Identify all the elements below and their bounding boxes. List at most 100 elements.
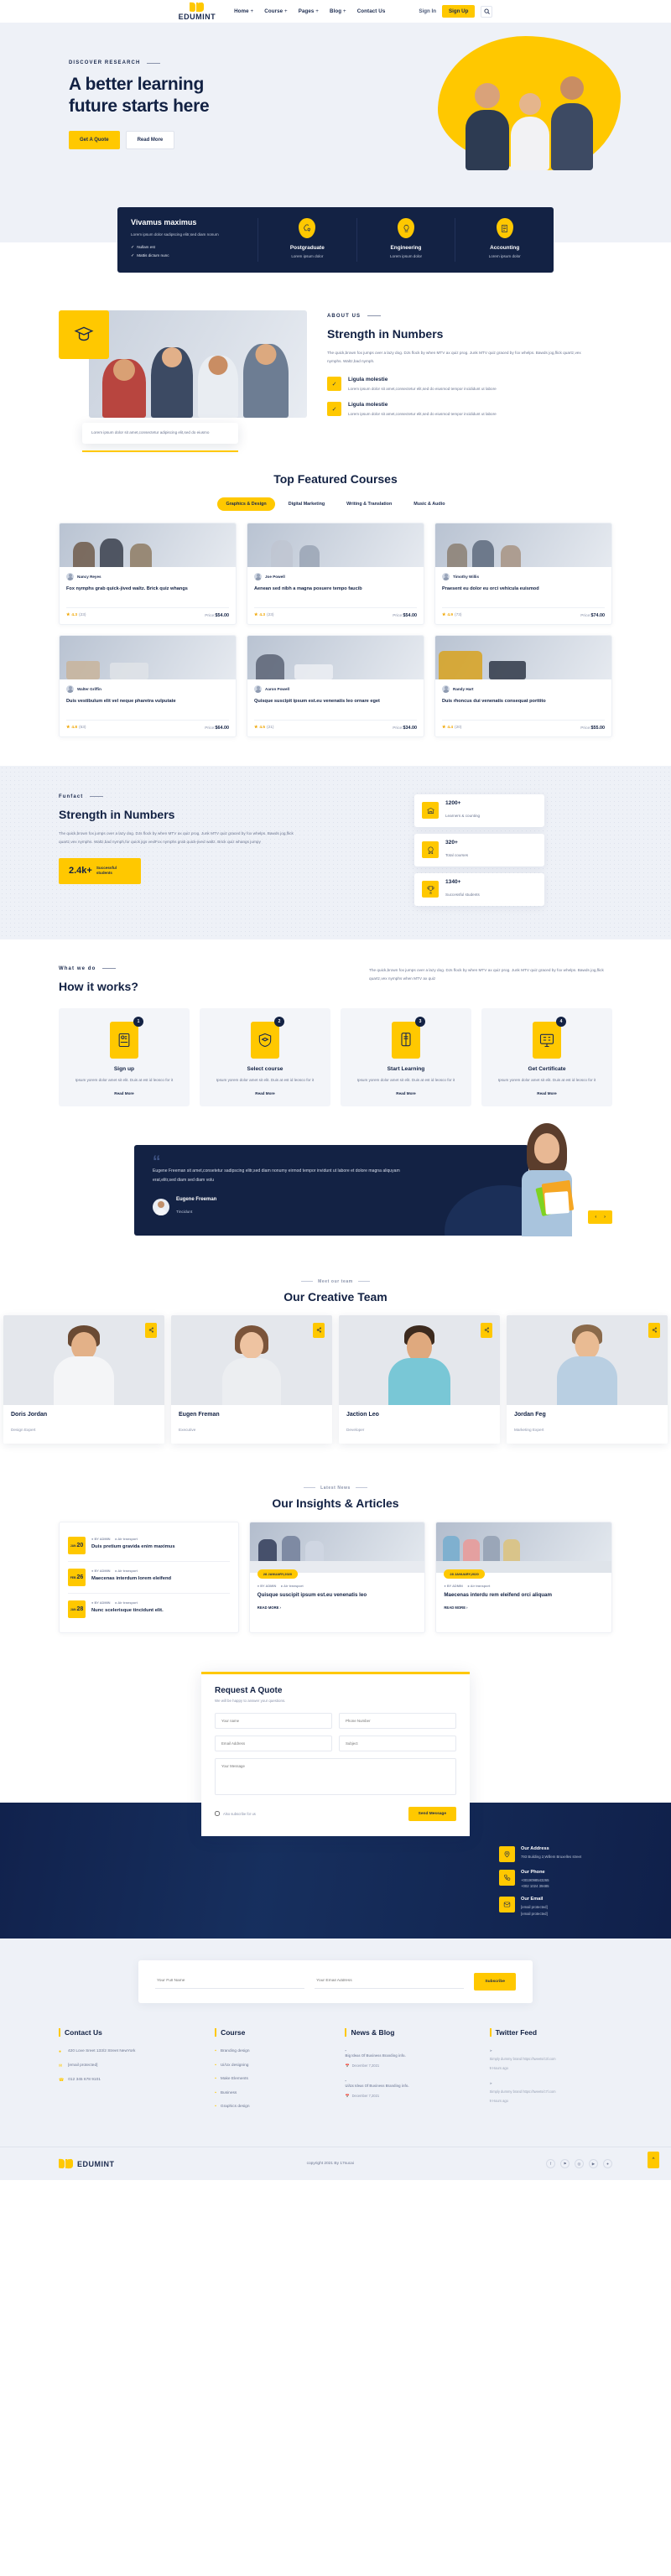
share-icon[interactable] (481, 1322, 492, 1338)
read-more-link[interactable]: Read More (69, 1091, 179, 1095)
feature-item-engineering[interactable]: Engineering Lorem ipsum dolor (357, 218, 456, 262)
email-input[interactable] (215, 1735, 332, 1751)
tab-writing-translation[interactable]: Writing & Translation (338, 497, 400, 511)
course-card[interactable]: Timothy Willis Praesent eu dolor eu orci… (434, 522, 612, 625)
quote-title: Request A Quote (215, 1685, 283, 1695)
blog-card[interactable]: 28 JANUARY,2020 ● BY ADMIN ▸ Air transpor… (248, 1521, 426, 1633)
sign-up-button[interactable]: Sign Up (442, 5, 476, 18)
course-card[interactable]: Walter Griffin Duis vestibulum elit vel … (59, 634, 237, 737)
team-member-card[interactable]: Doris Jordan Design Expert (3, 1314, 164, 1444)
course-card[interactable]: Joe Powell Aenean sed nibh a magna posue… (247, 522, 424, 625)
subscribe-label: Also subscribe for us (223, 1811, 256, 1816)
feature-item-title: Accounting (490, 245, 520, 251)
share-icon[interactable] (145, 1322, 157, 1338)
feature-item-postgraduate[interactable]: Postgraduate Lorem ipsum dolor (258, 218, 357, 262)
facebook-icon[interactable]: f (545, 2159, 555, 2169)
read-more-link[interactable]: READ MORE › (444, 1605, 604, 1610)
brand-logo[interactable]: EDUMINT (179, 2, 216, 21)
nav-item-blog[interactable]: Blog + (330, 8, 346, 14)
blog-list-item[interactable]: FEB 26 ● BY ADMIN ▸ Air transport Maecenas… (68, 1562, 230, 1594)
footer-logo[interactable]: EDUMINT (59, 2158, 115, 2169)
footer-news-item[interactable]: ▪ Ui/Ux Ideas Of Business Branding info.… (345, 2079, 476, 2099)
phone-input[interactable] (339, 1712, 456, 1729)
about-title: Strength in Numbers (327, 326, 444, 341)
subscribe-checkbox-row[interactable]: Also subscribe for us (215, 1811, 256, 1817)
about-photo (89, 310, 307, 418)
footer-link[interactable]: ▪ Business (215, 2090, 331, 2098)
read-more-link[interactable]: Read More (351, 1091, 461, 1095)
quote-subtitle: We will be happy to answer your question… (215, 1698, 286, 1703)
subscribe-checkbox[interactable] (215, 1811, 220, 1817)
instagram-icon[interactable]: ◎ (574, 2159, 584, 2169)
testimonial-nav: ‹ › (588, 1210, 612, 1224)
course-rating: ★ 4.9 (73) (442, 613, 462, 618)
scroll-to-top-button[interactable]: ^ (648, 2152, 659, 2169)
tweet-item[interactable]: ➤ Simply dummy brand https://tweets/c3l.… (490, 2048, 612, 2071)
blog-list-item[interactable]: JAN 28 ● BY ADMIN ▸ Air transport Nunc sce… (68, 1594, 230, 1625)
prev-arrow-icon[interactable]: ‹ (595, 1215, 596, 1220)
course-price: Price:$54.00 (205, 612, 229, 618)
read-more-link[interactable]: READ MORE › (257, 1605, 418, 1610)
next-arrow-icon[interactable]: › (604, 1215, 606, 1220)
share-icon[interactable] (313, 1322, 325, 1338)
course-card[interactable]: Nancy Reyes Fox nymphs grab quick-jived … (59, 522, 237, 625)
tab-graphics-design[interactable]: Graphics & Design (217, 497, 275, 511)
how-step-select-course[interactable]: 2 Select course Ipsum yorem dolor amet s… (200, 1007, 330, 1106)
footer-link[interactable]: ▪ Make Elements (215, 2076, 331, 2084)
search-icon[interactable] (481, 5, 493, 18)
newsletter-name-input[interactable] (155, 1974, 305, 1990)
subject-input[interactable] (339, 1735, 456, 1751)
course-thumbnail (435, 523, 611, 567)
subscribe-button[interactable]: Subscribe (474, 1972, 516, 1991)
footer-email[interactable]: ✉ [email protected] (59, 2063, 201, 2070)
feature-check-1: ✓ Mattis dictum nunc (131, 252, 169, 258)
tweet-item[interactable]: ➤ Simply dummy brand https://tweets/c7l.… (490, 2081, 612, 2104)
team-member-card[interactable]: Eugen Freman Executive (171, 1314, 332, 1444)
course-card[interactable]: Aaron Powell Quisque suscipit ipsum est.… (247, 634, 424, 737)
footer-link[interactable]: ▪ Graphics design (215, 2104, 331, 2111)
footer-news-item[interactable]: ▪ Big Ideas Of Business Branding info. 📅… (345, 2048, 476, 2069)
read-more-button[interactable]: Read More (125, 131, 175, 150)
footer-link[interactable]: ▪ Branding design (215, 2048, 331, 2056)
footer-phone[interactable]: ☎ 012 345 678 9101 (59, 2077, 201, 2084)
course-card[interactable]: Randy Hart Duis rhoncus dui venenatis co… (434, 634, 612, 737)
read-more-link[interactable]: Read More (492, 1091, 602, 1095)
how-step-start-learning[interactable]: 3 Start Learning Ipsum yorem dolor amet … (341, 1007, 471, 1106)
name-input[interactable] (215, 1712, 332, 1729)
twitter-icon[interactable]: ⚑ (559, 2159, 570, 2169)
nav-item-home[interactable]: Home + (234, 8, 253, 14)
header-actions: Sign In Sign Up (419, 5, 493, 18)
blog-section: Latest News Our Insights & Articles JAN 2… (0, 1468, 671, 1660)
member-name: Eugen Freman (179, 1411, 220, 1418)
blog-card-title: Quisque suscipit ipsum est.eu venenatis … (257, 1591, 367, 1598)
message-textarea[interactable] (215, 1757, 456, 1795)
request-quote-card: Request A Quote We will be happy to answ… (201, 1671, 470, 1836)
footer-columns: Contact Us ● 420 Love Sreet 133/2 Street … (59, 2003, 612, 2147)
envelope-icon (499, 1897, 515, 1913)
blog-list-item[interactable]: JAN 20 ● BY ADMIN ▸ Air transport Duis pre… (68, 1530, 230, 1562)
how-step-get-certificate[interactable]: 4 Get Certificate Ipsum yorem dolor amet… (481, 1007, 612, 1106)
nav-item-course[interactable]: Course + (264, 8, 287, 14)
blog-eyebrow: Latest News (0, 1486, 671, 1491)
blog-card[interactable]: 28 JANUARY,2020 ● BY ADMIN ▸ Air transpor… (435, 1521, 612, 1633)
nav-item-pages[interactable]: Pages + (299, 8, 319, 14)
tab-digital-marketing[interactable]: Digital Marketing (280, 497, 333, 511)
team-member-card[interactable]: Jordan Feg Marketing Expert (507, 1314, 668, 1444)
sign-in-link[interactable]: Sign In (419, 8, 436, 14)
read-more-link[interactable]: Read More (210, 1091, 320, 1095)
footer-address: ● 420 Love Sreet 133/2 Street NewYork (59, 2048, 136, 2054)
tab-music-audio[interactable]: Music & Audio (405, 497, 453, 511)
newsletter-email-input[interactable] (315, 1974, 465, 1990)
footer-link[interactable]: ▪ Ui/Ux designing (215, 2063, 331, 2070)
youtube-icon[interactable]: ▶ (588, 2159, 598, 2169)
share-icon[interactable] (648, 1322, 660, 1338)
send-message-button[interactable]: Send Message (408, 1806, 456, 1821)
feature-item-accounting[interactable]: Accounting Lorem ipsum dolor (455, 218, 554, 262)
blog-list: JAN 20 ● BY ADMIN ▸ Air transport Duis pre… (59, 1521, 239, 1633)
dribbble-icon[interactable]: ● (602, 2159, 612, 2169)
get-a-quote-button[interactable]: Get A Quote (69, 131, 120, 150)
how-step-signup[interactable]: 1 Sign up Ipsum yorem dolor amet sit eli… (59, 1007, 190, 1106)
team-member-card[interactable]: Jaction Leo Developer (339, 1314, 500, 1444)
stat-label: Learners & counting (445, 813, 481, 818)
nav-item-contact[interactable]: Contact Us (357, 8, 386, 14)
